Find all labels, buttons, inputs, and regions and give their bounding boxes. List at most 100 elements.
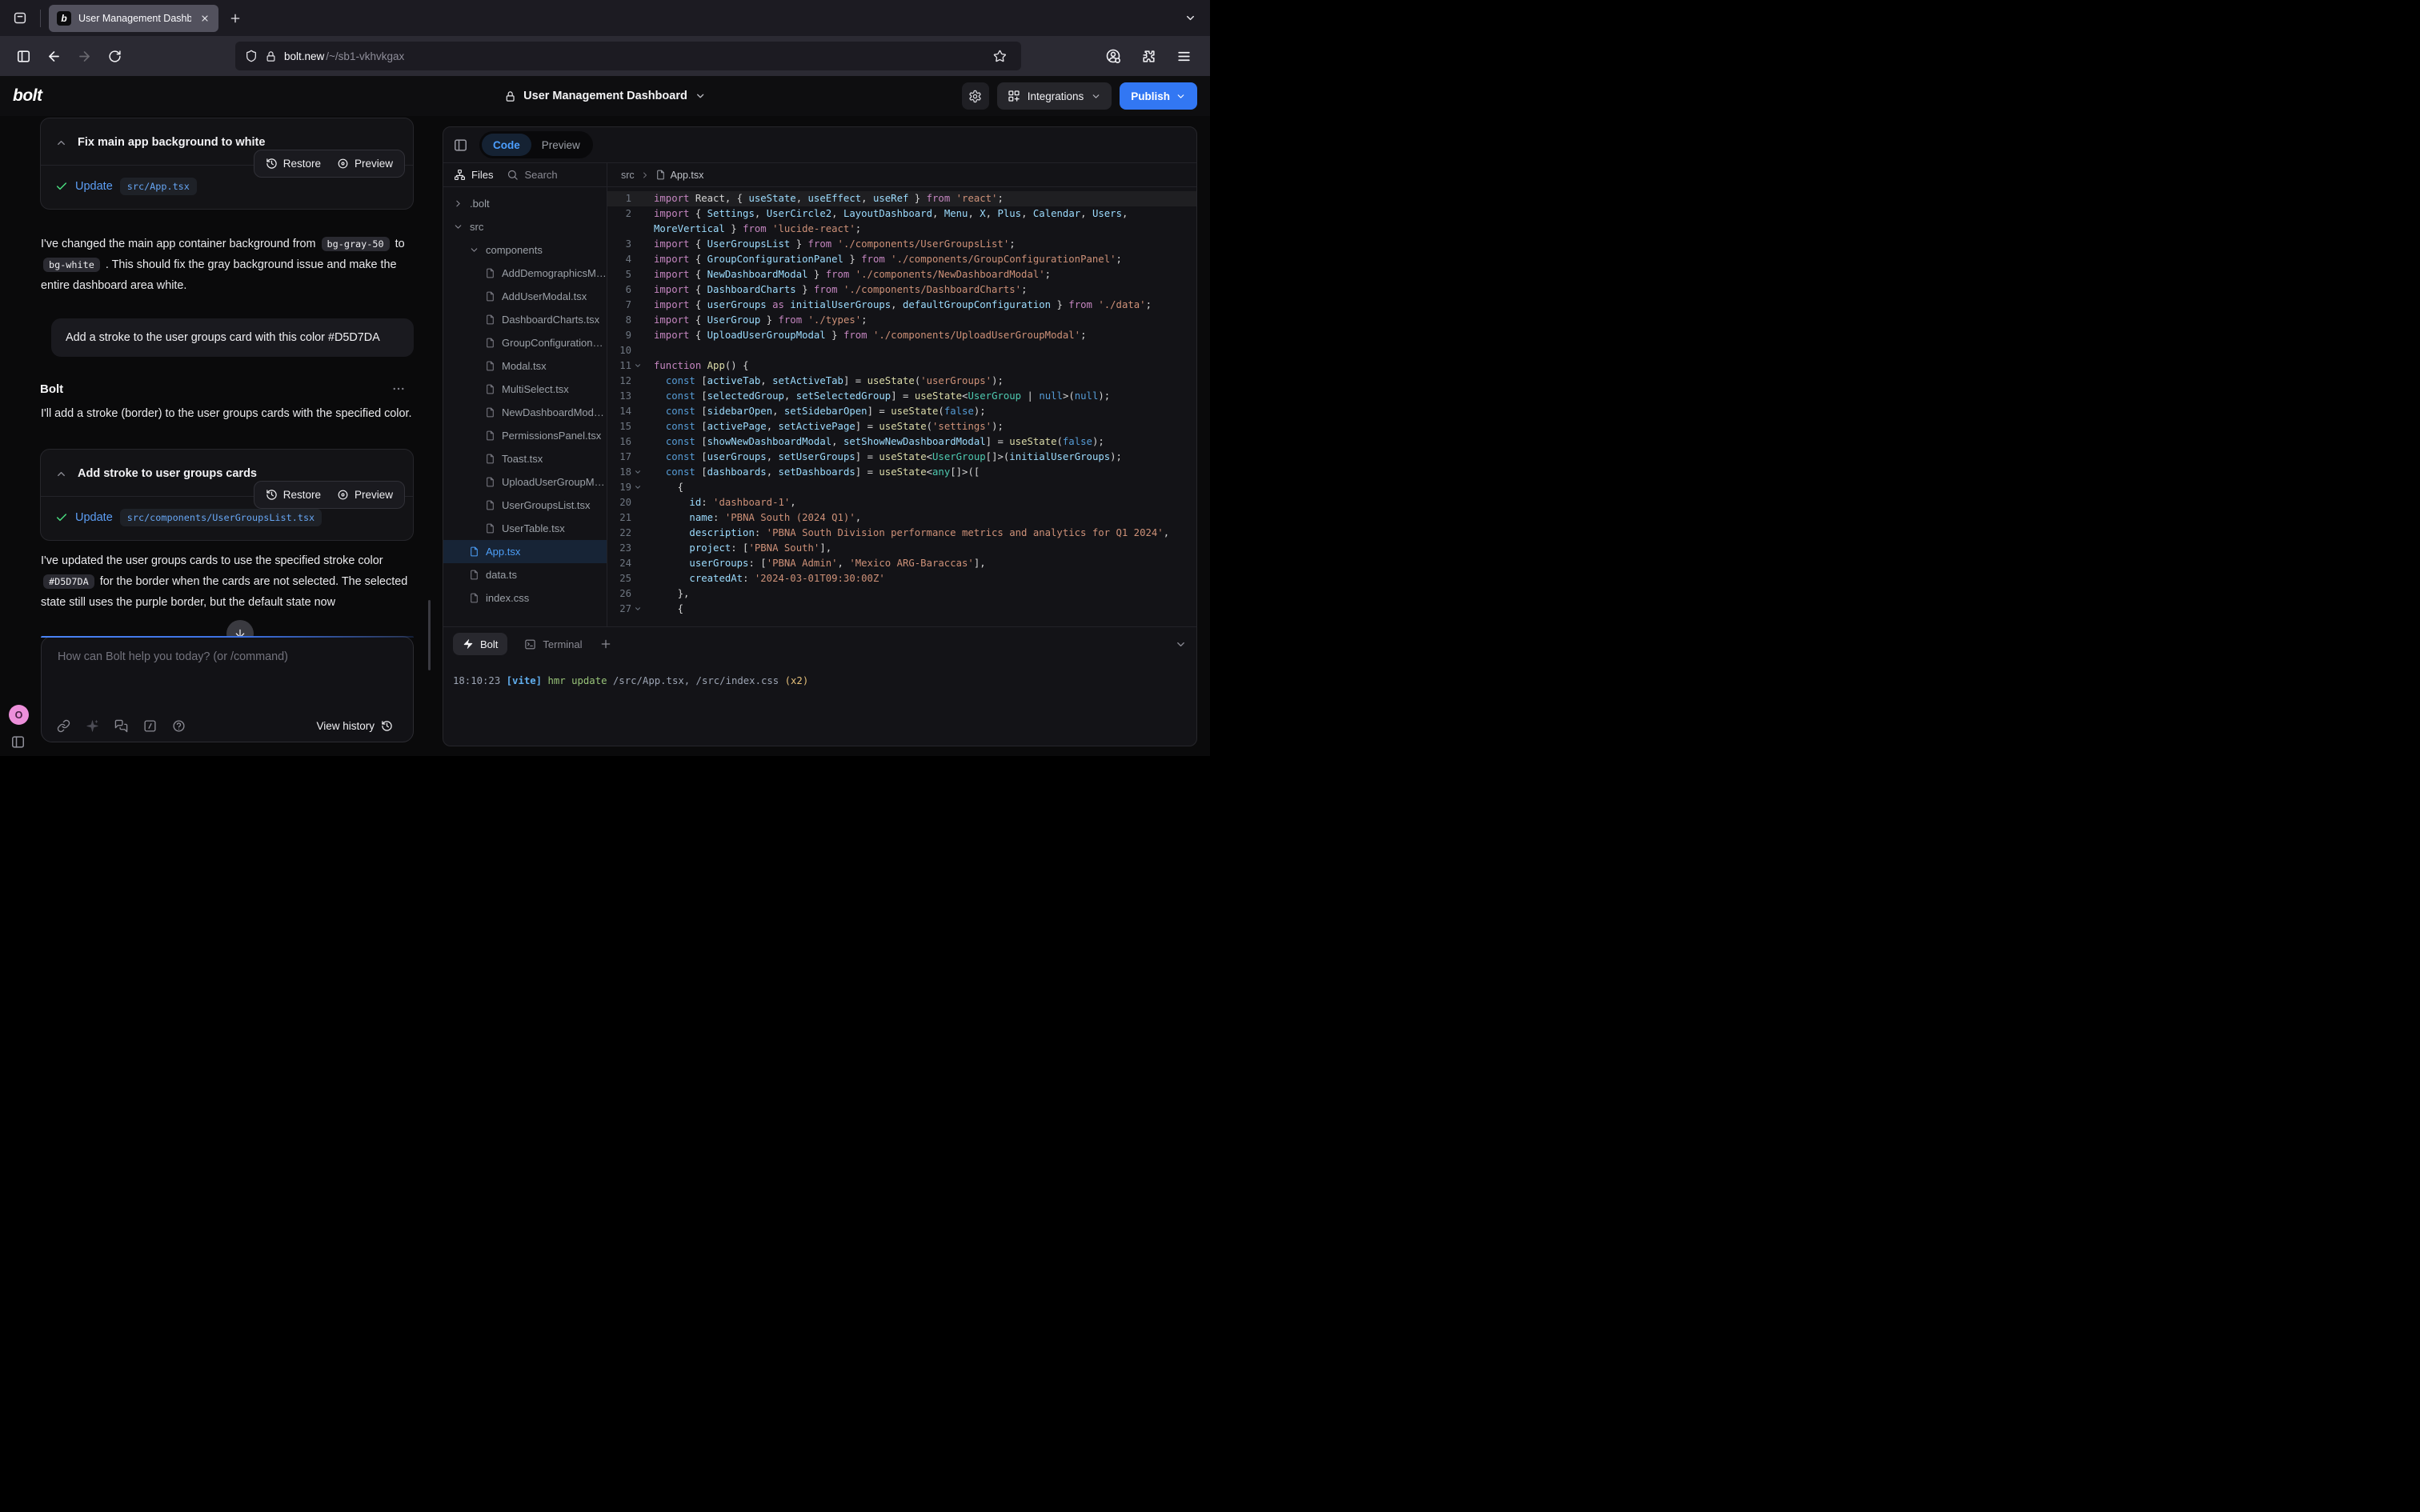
- code-line[interactable]: 23 project: ['PBNA South'],: [607, 541, 1196, 556]
- code-line[interactable]: 22 description: 'PBNA South Division per…: [607, 526, 1196, 541]
- lock-icon[interactable]: [265, 50, 277, 62]
- code-line[interactable]: 26 },: [607, 586, 1196, 602]
- updated-file-chip[interactable]: src/components/UserGroupsList.tsx: [120, 509, 322, 526]
- user-avatar[interactable]: O: [9, 705, 29, 725]
- code-line[interactable]: 15 const [activePage, setActivePage] = u…: [607, 419, 1196, 434]
- account-icon[interactable]: [1100, 42, 1127, 70]
- breadcrumb-file[interactable]: App.tsx: [655, 170, 704, 181]
- tab-close-icon[interactable]: [198, 12, 211, 25]
- terminal-tab-bolt[interactable]: Bolt: [453, 633, 507, 655]
- tree-item-usergroupslist-tsx[interactable]: UserGroupsList.tsx: [443, 494, 607, 517]
- fold-chevron-icon[interactable]: [631, 465, 644, 476]
- code-line[interactable]: 8import { UserGroup } from './types';: [607, 313, 1196, 328]
- tab-code[interactable]: Code: [482, 134, 531, 156]
- tree-item-modal-tsx[interactable]: Modal.tsx: [443, 354, 607, 378]
- tracking-shield-icon[interactable]: [245, 50, 258, 62]
- tree-item-usertable-tsx[interactable]: UserTable.tsx: [443, 517, 607, 540]
- terminal-tab-terminal[interactable]: Terminal: [519, 638, 587, 651]
- code-line[interactable]: 19 {: [607, 480, 1196, 495]
- browser-tab[interactable]: b User Management Dashboard: [49, 5, 218, 32]
- breadcrumb-dir[interactable]: src: [621, 170, 635, 181]
- url-bar[interactable]: bolt.new/~/sb1-vkhvkgax: [235, 42, 1021, 70]
- project-title-menu[interactable]: User Management Dashboard: [504, 90, 706, 102]
- bolt-logo[interactable]: bolt: [13, 86, 42, 106]
- code-line[interactable]: 4import { GroupConfigurationPanel } from…: [607, 252, 1196, 267]
- browser-sidebar-icon[interactable]: [10, 42, 37, 70]
- collapse-terminal-chevron-icon[interactable]: [1175, 638, 1187, 650]
- fold-chevron-icon[interactable]: [631, 358, 644, 370]
- tree-item-addusermodal-tsx[interactable]: AddUserModal.tsx: [443, 285, 607, 308]
- tree-item-multiselect-tsx[interactable]: MultiSelect.tsx: [443, 378, 607, 401]
- code-line[interactable]: 17 const [userGroups, setUserGroups] = u…: [607, 450, 1196, 465]
- chat-sidebar-toggle-icon[interactable]: [10, 734, 26, 750]
- list-all-tabs-icon[interactable]: [1178, 6, 1202, 30]
- collapse-chevron-up-icon[interactable]: [55, 468, 67, 480]
- tree-item-adddemographicsmo-[interactable]: AddDemographicsMo...: [443, 262, 607, 285]
- fold-chevron-icon[interactable]: [631, 602, 644, 613]
- tree-item-permissionspanel-tsx[interactable]: PermissionsPanel.tsx: [443, 424, 607, 447]
- collapse-chevron-up-icon[interactable]: [55, 137, 67, 149]
- code-line[interactable]: 7import { userGroups as initialUserGroup…: [607, 298, 1196, 313]
- tree-item-uploadusergroupmo-[interactable]: UploadUserGroupMo...: [443, 470, 607, 494]
- preview-button[interactable]: Preview: [330, 154, 400, 174]
- publish-button[interactable]: Publish: [1120, 82, 1197, 110]
- tree-item-toast-tsx[interactable]: Toast.tsx: [443, 447, 607, 470]
- help-icon[interactable]: [172, 719, 186, 733]
- settings-gear-icon[interactable]: [962, 82, 989, 110]
- integrations-button[interactable]: Integrations: [997, 82, 1112, 110]
- tree-item-index-css[interactable]: index.css: [443, 586, 607, 610]
- forward-icon[interactable]: [70, 42, 98, 70]
- code-line[interactable]: 10: [607, 343, 1196, 358]
- tree-item-app-tsx[interactable]: App.tsx: [443, 540, 607, 563]
- tree-item-components[interactable]: components: [443, 238, 607, 262]
- tree-item-groupconfigurationp-[interactable]: GroupConfigurationP...: [443, 331, 607, 354]
- update-label[interactable]: Update: [75, 511, 113, 524]
- preview-button[interactable]: Preview: [330, 485, 400, 505]
- code-line[interactable]: 14 const [sidebarOpen, setSidebarOpen] =…: [607, 404, 1196, 419]
- code-line[interactable]: 1import React, { useState, useEffect, us…: [607, 191, 1196, 206]
- tree-item-data-ts[interactable]: data.ts: [443, 563, 607, 586]
- code-line[interactable]: 18 const [dashboards, setDashboards] = u…: [607, 465, 1196, 480]
- restore-button[interactable]: Restore: [258, 154, 328, 174]
- restore-button[interactable]: Restore: [258, 485, 328, 505]
- chat-input-box[interactable]: View history: [41, 636, 414, 742]
- tree-item-dashboardcharts-tsx[interactable]: DashboardCharts.tsx: [443, 308, 607, 331]
- bookmark-star-icon[interactable]: [988, 49, 1012, 64]
- code-line[interactable]: 13 const [selectedGroup, setSelectedGrou…: [607, 389, 1196, 404]
- reload-icon[interactable]: [101, 42, 128, 70]
- tree-item--bolt[interactable]: .bolt: [443, 192, 607, 215]
- code-line[interactable]: 24 userGroups: ['PBNA Admin', 'Mexico AR…: [607, 556, 1196, 571]
- code-line[interactable]: 12 const [activeTab, setActiveTab] = use…: [607, 374, 1196, 389]
- slash-command-icon[interactable]: [143, 719, 157, 733]
- code-line[interactable]: 6import { DashboardCharts } from './comp…: [607, 282, 1196, 298]
- updated-file-chip[interactable]: src/App.tsx: [120, 178, 197, 195]
- tab-files[interactable]: Files: [454, 169, 493, 181]
- code-line[interactable]: 9import { UploadUserGroupModal } from '.…: [607, 328, 1196, 343]
- enhance-sparkles-icon[interactable]: [86, 719, 99, 733]
- code-line[interactable]: 25 createdAt: '2024-03-01T09:30:00Z': [607, 571, 1196, 586]
- tab-preview[interactable]: Preview: [531, 134, 591, 156]
- back-icon[interactable]: [40, 42, 67, 70]
- new-terminal-plus-icon[interactable]: [599, 638, 612, 650]
- code-line[interactable]: 2import { Settings, UserCircle2, LayoutD…: [607, 206, 1196, 237]
- menu-hamburger-icon[interactable]: [1170, 42, 1197, 70]
- code-line[interactable]: 21 name: 'PBNA South (2024 Q1)',: [607, 510, 1196, 526]
- code-line[interactable]: 11function App() {: [607, 358, 1196, 374]
- new-tab-button[interactable]: [223, 6, 247, 30]
- update-label[interactable]: Update: [75, 180, 113, 193]
- terminal-output[interactable]: 18:10:23 [vite] hmr update /src/App.tsx,…: [443, 661, 1196, 688]
- message-menu-ellipsis-icon[interactable]: [387, 381, 411, 397]
- code-line[interactable]: 27 {: [607, 602, 1196, 617]
- code-line[interactable]: 3import { UserGroupsList } from './compo…: [607, 237, 1196, 252]
- code-line[interactable]: 16 const [showNewDashboardModal, setShow…: [607, 434, 1196, 450]
- firefox-view-icon[interactable]: [8, 6, 32, 30]
- tab-search[interactable]: Search: [507, 169, 557, 181]
- attach-link-icon[interactable]: [57, 719, 70, 733]
- chat-input[interactable]: [42, 637, 413, 694]
- chat-scrollbar-thumb[interactable]: [428, 600, 431, 670]
- code-line[interactable]: 5import { NewDashboardModal } from './co…: [607, 267, 1196, 282]
- code-line[interactable]: 20 id: 'dashboard-1',: [607, 495, 1196, 510]
- workbench-panel-toggle-icon[interactable]: [453, 138, 468, 153]
- extensions-puzzle-icon[interactable]: [1135, 42, 1162, 70]
- discuss-chat-icon[interactable]: [114, 719, 128, 733]
